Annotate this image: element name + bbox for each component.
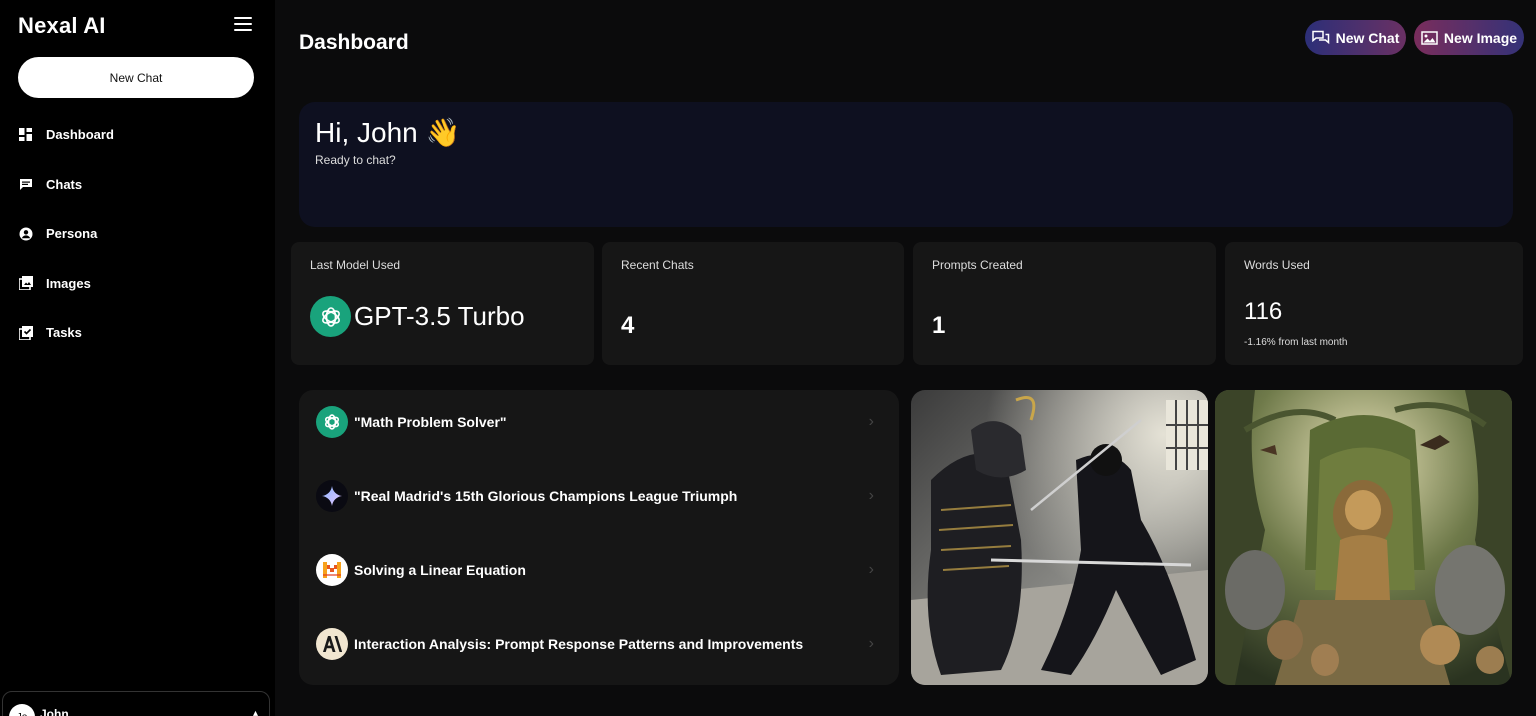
mistral-icon [316, 554, 348, 586]
new-image-button[interactable]: New Image [1414, 20, 1524, 55]
greeting-subtitle: Ready to chat? [315, 153, 396, 167]
chevron-right-icon: › [868, 635, 874, 652]
sidebar-item-chats[interactable]: Chats [0, 160, 275, 210]
gallery-image-lion[interactable] [1215, 390, 1512, 685]
card-value: 116 [1244, 298, 1283, 325]
tasks-icon [18, 325, 33, 340]
sidebar-item-persona[interactable]: Persona [0, 209, 275, 259]
list-item[interactable]: Interaction Analysis: Prompt Response Pa… [316, 627, 886, 661]
card-label: Recent Chats [621, 258, 694, 272]
change-text: -1.16% from last month [1244, 337, 1348, 348]
list-item[interactable]: "Real Madrid's 15th Glorious Champions L… [316, 479, 886, 513]
app-title: Nexal AI [18, 13, 106, 38]
anthropic-icon [316, 628, 348, 660]
chat-title: Interaction Analysis: Prompt Response Pa… [354, 636, 804, 652]
greeting: Hi, John 👋 [315, 117, 461, 148]
card-value: 1 [932, 312, 946, 339]
images-icon [18, 276, 33, 291]
sidebar-item-label: Images [46, 275, 91, 291]
welcome-banner: Hi, John 👋 Ready to chat? [299, 102, 1513, 227]
prompts-created-card: Prompts Created 1 [913, 242, 1216, 365]
last-model-card: Last Model Used GPT-3.5 Turbo [291, 242, 594, 365]
card-label: Prompts Created [932, 258, 1023, 272]
user-name: John [40, 707, 69, 716]
recent-chats-card: Recent Chats 4 [602, 242, 904, 365]
new-chat-button[interactable]: New Chat [1305, 20, 1406, 55]
sidebar-item-label: Persona [46, 226, 98, 242]
card-label: Last Model Used [310, 258, 401, 272]
sidebar-item-label: Chats [46, 176, 83, 192]
chats-icon [1311, 30, 1329, 45]
chevron-right-icon: › [868, 561, 874, 578]
chat-title: "Real Madrid's 15th Glorious Champions L… [354, 488, 738, 504]
model-name: GPT-3.5 Turbo [354, 301, 525, 331]
sidebar-item-images[interactable]: Images [0, 259, 275, 309]
openai-icon [316, 406, 348, 438]
chevron-right-icon: › [868, 413, 874, 430]
list-item[interactable]: Solving a Linear Equation › [316, 553, 886, 587]
chat-title: "Math Problem Solver" [354, 414, 507, 430]
new-image-label: New Image [1443, 29, 1518, 46]
list-item[interactable]: "Math Problem Solver" › [316, 405, 886, 439]
user-menu[interactable]: Jo John ▴ [2, 691, 270, 716]
image-icon [1421, 30, 1438, 45]
card-value: 4 [621, 312, 635, 339]
words-used-card: Words Used 116 -1.16% from last month [1225, 242, 1523, 365]
new-chat-label: New Chat [1335, 29, 1400, 46]
chat-title: Solving a Linear Equation [354, 562, 526, 578]
sidebar: Nexal AI New Chat Dashboard Chats Person… [0, 0, 275, 716]
chevron-up-icon: ▴ [253, 708, 259, 716]
sidebar-nav: Dashboard Chats Persona Images Tasks [0, 110, 275, 358]
sidebar-item-label: Dashboard [46, 127, 114, 143]
menu-icon[interactable] [234, 17, 252, 31]
grid-icon [18, 127, 33, 142]
page-title: Dashboard [299, 31, 409, 54]
chat-icon [18, 177, 33, 192]
sidebar-item-label: Tasks [46, 325, 82, 341]
sidebar-new-chat-button[interactable]: New Chat [18, 57, 254, 98]
gallery-image-samurai[interactable] [911, 390, 1208, 685]
sidebar-item-tasks[interactable]: Tasks [0, 308, 275, 358]
sidebar-item-dashboard[interactable]: Dashboard [0, 110, 275, 160]
person-icon [18, 226, 33, 241]
recent-chat-list: "Math Problem Solver" › "Real Madrid's 1… [299, 390, 899, 685]
card-label: Words Used [1244, 258, 1310, 272]
model-row: GPT-3.5 Turbo [310, 296, 525, 337]
openai-icon [310, 296, 351, 337]
avatar: Jo [9, 704, 35, 716]
gemini-icon [316, 480, 348, 512]
chevron-right-icon: › [868, 487, 874, 504]
